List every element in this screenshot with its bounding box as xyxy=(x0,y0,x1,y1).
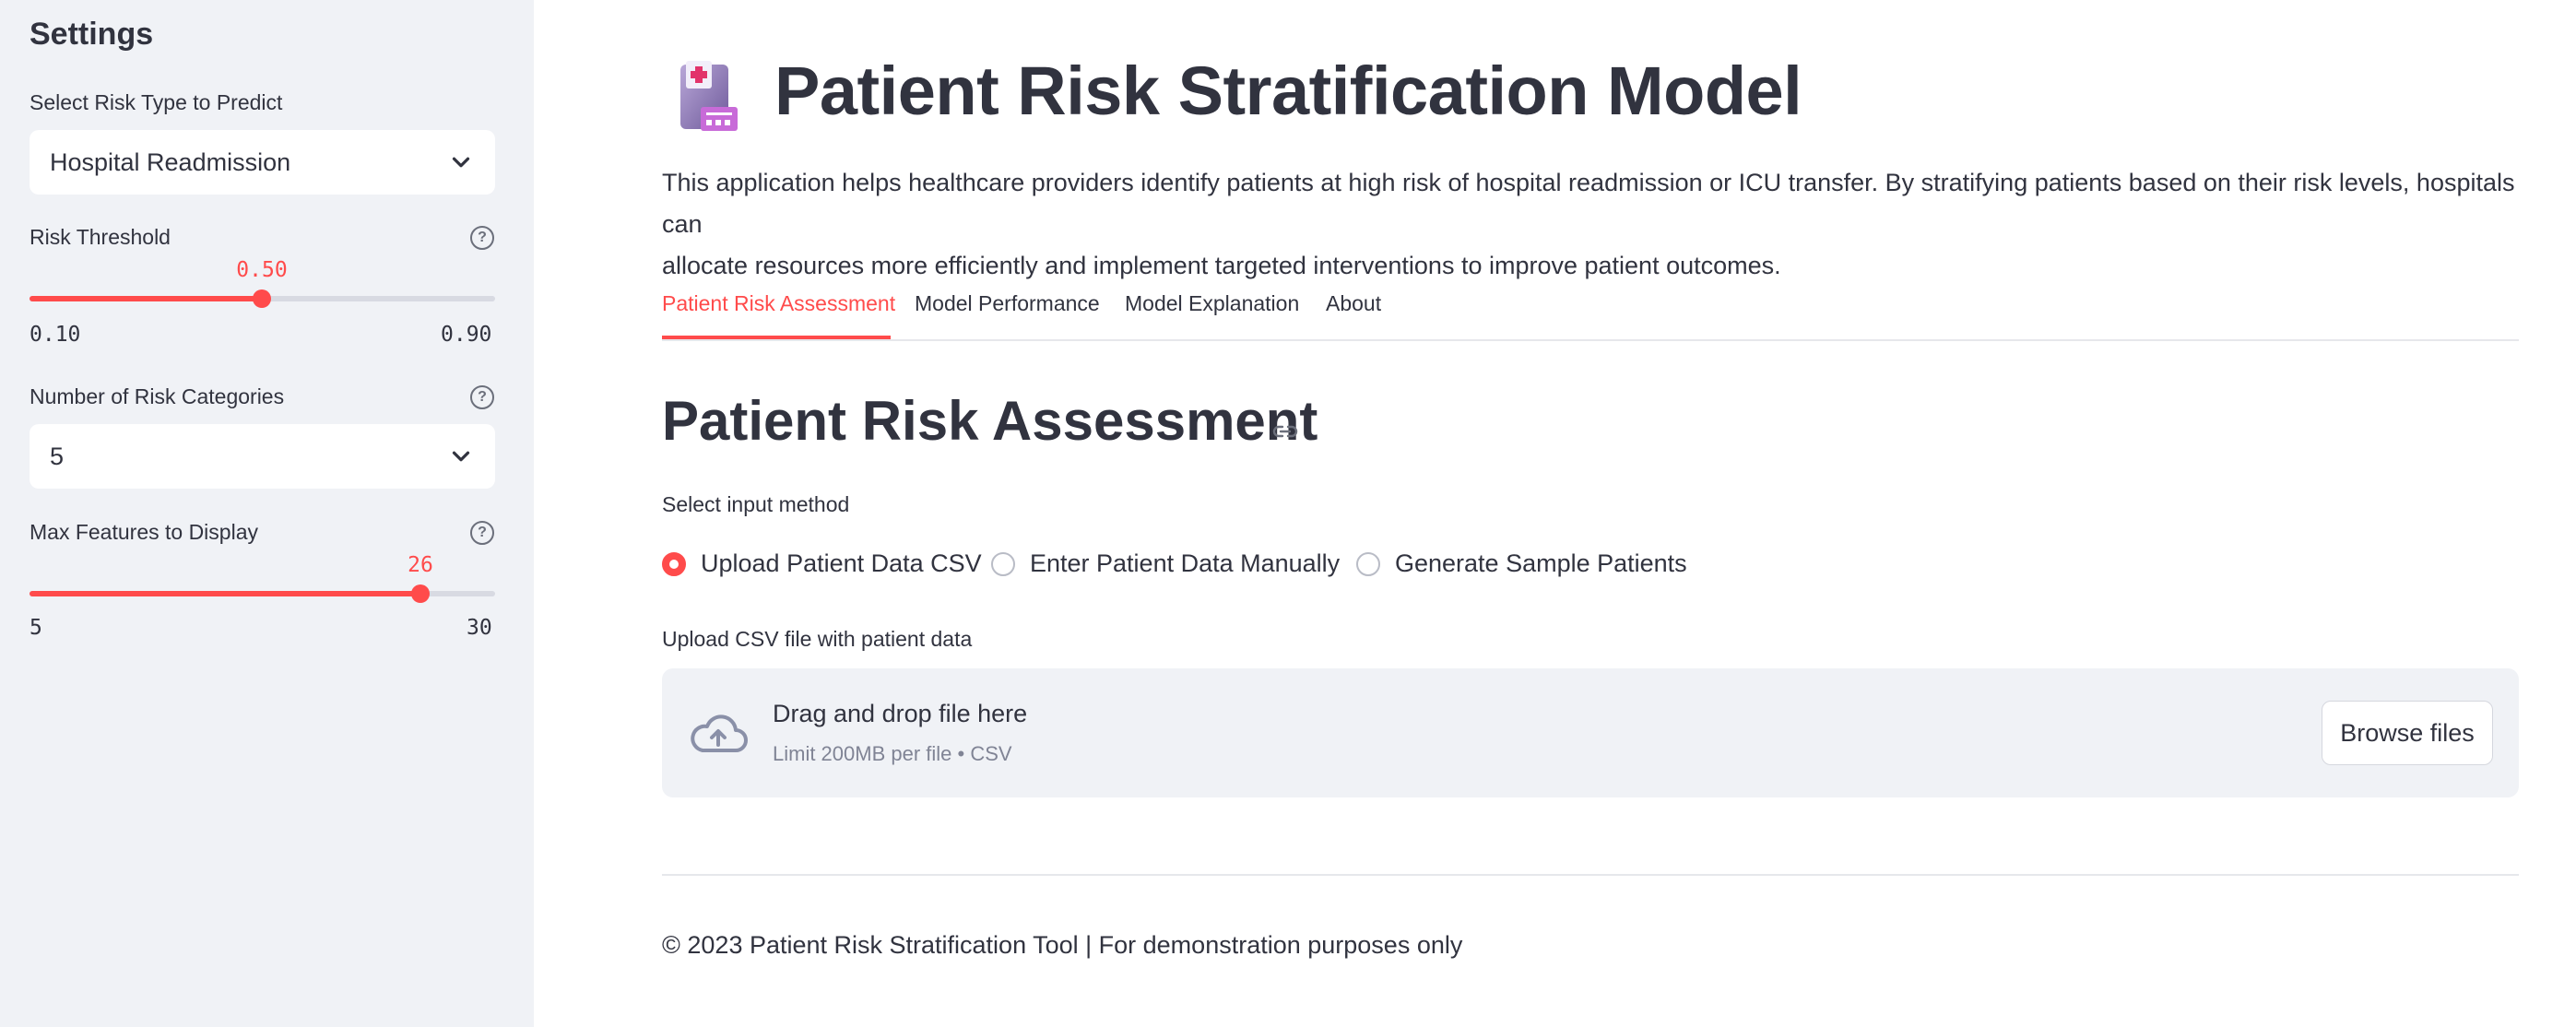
radio-unselected-icon xyxy=(991,551,1015,576)
footer-divider xyxy=(662,874,2519,876)
page-title: Patient Risk Stratification Model xyxy=(774,53,1802,129)
browse-files-button[interactable]: Browse files xyxy=(2322,701,2493,765)
threshold-slider[interactable] xyxy=(30,289,495,308)
tab-model-explanation[interactable]: Model Explanation xyxy=(1125,291,1299,316)
radio-unselected-icon xyxy=(1356,551,1380,576)
dropzone-title: Drag and drop file here xyxy=(773,700,1028,727)
threshold-min: 0.10 xyxy=(30,323,81,347)
active-tab-indicator xyxy=(662,336,891,339)
tab-patient-risk-assessment[interactable]: Patient Risk Assessment xyxy=(662,291,895,316)
tab-about[interactable]: About xyxy=(1326,291,1381,316)
max-features-value: 26 xyxy=(408,553,433,577)
radio-label: Generate Sample Patients xyxy=(1395,549,1687,577)
risk-type-select[interactable]: Hospital Readmission xyxy=(30,130,495,195)
section-title: Patient Risk Assessment xyxy=(662,390,1318,452)
input-method-label: Select input method xyxy=(662,492,850,516)
threshold-max: 0.90 xyxy=(441,323,492,347)
tab-bar: Patient Risk Assessment Model Performanc… xyxy=(662,284,2519,341)
threshold-slider-fill xyxy=(30,296,262,301)
max-features-slider-fill xyxy=(30,591,420,596)
max-features-label: Max Features to Display xyxy=(30,520,258,544)
threshold-slider-thumb[interactable] xyxy=(253,289,271,308)
intro-line: allocate resources more efficiently and … xyxy=(662,252,1781,279)
footer-text: © 2023 Patient Risk Stratification Tool … xyxy=(662,931,1463,959)
max-features-slider-thumb[interactable] xyxy=(411,584,430,603)
risk-type-value: Hospital Readmission xyxy=(50,148,291,176)
categories-label: Number of Risk Categories xyxy=(30,384,285,408)
radio-selected-icon xyxy=(662,551,686,576)
cloud-upload-icon xyxy=(691,714,748,752)
categories-value: 5 xyxy=(50,442,65,470)
help-icon[interactable]: ? xyxy=(470,226,494,250)
radio-enter-manually[interactable]: Enter Patient Data Manually xyxy=(991,549,1340,578)
dropzone-limit: Limit 200MB per file • CSV xyxy=(773,742,1012,765)
radio-label: Upload Patient Data CSV xyxy=(701,549,982,577)
file-dropzone[interactable]: Drag and drop file here Limit 200MB per … xyxy=(662,668,2519,797)
intro-text: This application helps healthcare provid… xyxy=(662,162,2524,287)
max-features-slider[interactable] xyxy=(30,584,495,603)
categories-select[interactable]: 5 xyxy=(30,424,495,489)
link-icon[interactable] xyxy=(1270,420,1300,443)
risk-type-label: Select Risk Type to Predict xyxy=(30,90,283,114)
sidebar-title: Settings xyxy=(30,17,154,52)
uploader-label: Upload CSV file with patient data xyxy=(662,627,973,651)
help-icon[interactable]: ? xyxy=(470,521,494,545)
threshold-value: 0.50 xyxy=(236,258,288,282)
chevron-down-icon xyxy=(452,157,470,168)
sidebar: Settings Select Risk Type to Predict Hos… xyxy=(0,0,534,1027)
radio-label: Enter Patient Data Manually xyxy=(1030,549,1341,577)
help-icon[interactable]: ? xyxy=(470,385,494,409)
max-features-min: 5 xyxy=(30,616,42,640)
clipboard-medical-icon xyxy=(680,61,738,131)
max-features-max: 30 xyxy=(467,616,492,640)
chevron-down-icon xyxy=(452,451,470,462)
radio-generate-sample[interactable]: Generate Sample Patients xyxy=(1356,549,1687,578)
intro-line: This application helps healthcare provid… xyxy=(662,169,2515,238)
radio-upload-csv[interactable]: Upload Patient Data CSV xyxy=(662,549,982,578)
threshold-label: Risk Threshold xyxy=(30,225,171,249)
tab-model-performance[interactable]: Model Performance xyxy=(915,291,1100,316)
